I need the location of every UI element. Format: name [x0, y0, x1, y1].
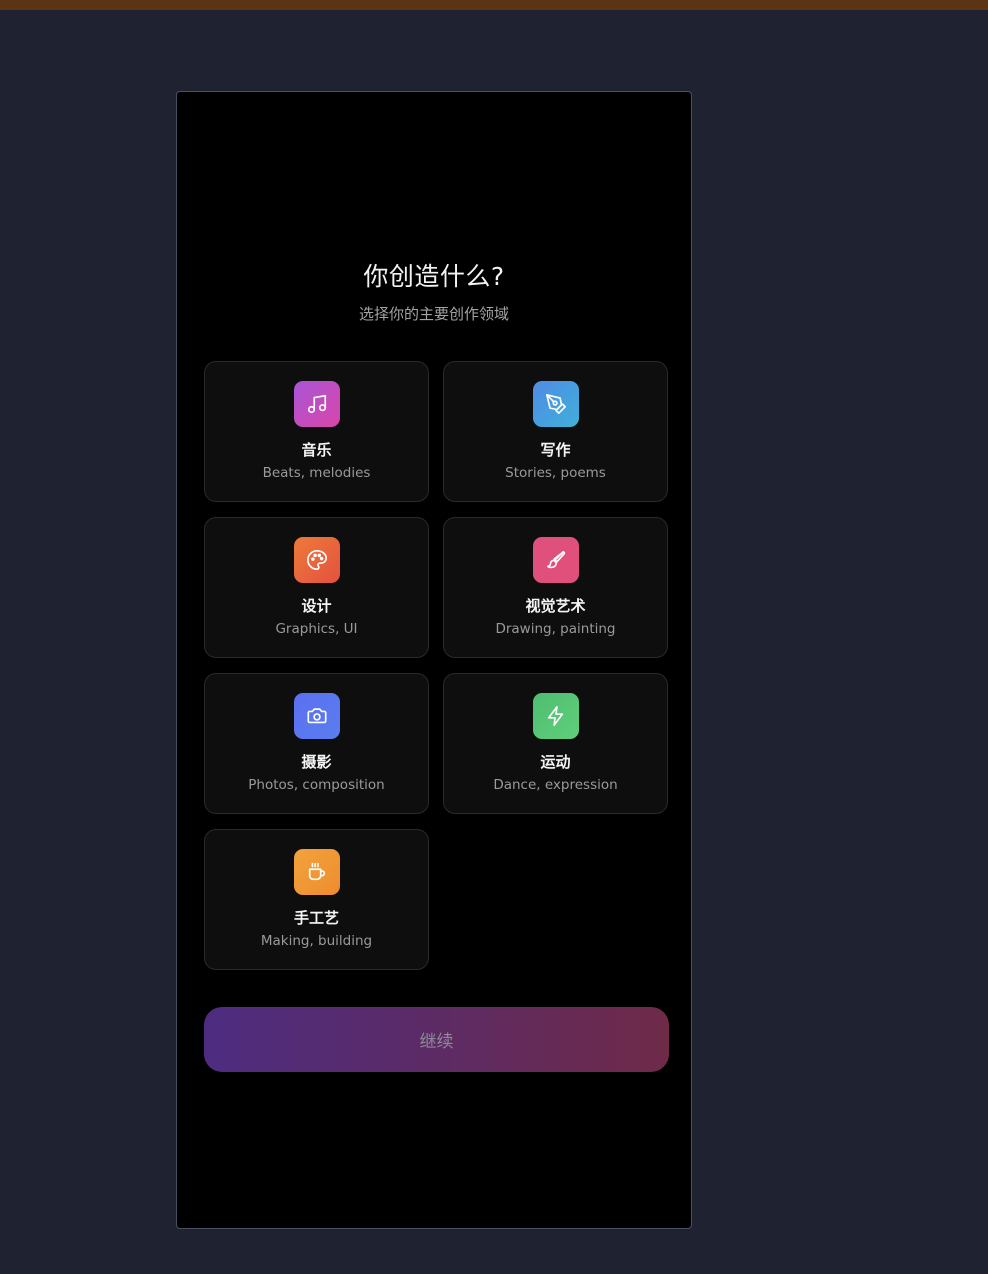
category-card-movement[interactable]: 运动 Dance, expression — [443, 673, 668, 814]
category-card-music[interactable]: 音乐 Beats, melodies — [204, 361, 429, 502]
category-desc: Drawing, painting — [495, 621, 616, 637]
pen-icon — [533, 381, 579, 427]
mug-icon — [294, 849, 340, 895]
category-label: 摄影 — [301, 753, 332, 771]
category-label: 音乐 — [301, 441, 332, 459]
music-note-icon — [294, 381, 340, 427]
category-desc: Dance, expression — [493, 777, 618, 793]
palette-icon — [294, 537, 340, 583]
lightning-icon — [533, 693, 579, 739]
camera-icon — [294, 693, 340, 739]
category-label: 视觉艺术 — [525, 597, 586, 615]
category-card-crafts[interactable]: 手工艺 Making, building — [204, 829, 429, 970]
category-desc: Making, building — [260, 933, 373, 949]
category-desc: Stories, poems — [505, 465, 606, 481]
category-desc: Beats, melodies — [262, 465, 371, 481]
category-card-photography[interactable]: 摄影 Photos, composition — [204, 673, 429, 814]
phone-frame: 你创造什么? 选择你的主要创作领域 音乐 Beats, melodies 写作 … — [176, 91, 692, 1229]
continue-button[interactable]: 继续 — [204, 1007, 669, 1072]
category-card-writing[interactable]: 写作 Stories, poems — [443, 361, 668, 502]
top-accent-strip — [0, 0, 988, 10]
page-title: 你创造什么? — [363, 262, 505, 291]
page-subtitle: 选择你的主要创作领域 — [358, 305, 509, 323]
category-label: 设计 — [301, 597, 332, 615]
category-card-design[interactable]: 设计 Graphics, UI — [204, 517, 429, 658]
category-label: 手工艺 — [293, 909, 339, 927]
category-label: 运动 — [540, 753, 571, 771]
category-card-visual-art[interactable]: 视觉艺术 Drawing, painting — [443, 517, 668, 658]
category-label: 写作 — [540, 441, 571, 459]
brush-icon — [533, 537, 579, 583]
category-desc: Graphics, UI — [275, 621, 358, 637]
category-desc: Photos, composition — [248, 777, 385, 793]
